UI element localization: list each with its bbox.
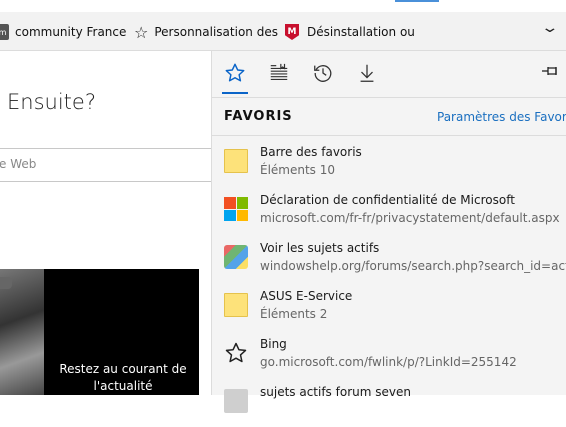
favorites-settings-link[interactable]: Paramètres des Favoris: [437, 110, 566, 124]
item-title: Voir les sujets actifs: [260, 241, 380, 255]
list-item[interactable]: Barre des favoris Éléments 10: [212, 141, 566, 187]
windowshelp-icon: [224, 245, 248, 269]
divider: [212, 97, 566, 98]
pin-icon[interactable]: [541, 65, 559, 81]
item-subtitle: Éléments 10: [260, 163, 336, 177]
folder-icon: [224, 293, 248, 317]
news-promo-card[interactable]: Restez au courant de l'actualité: [0, 269, 199, 395]
promo-text: Restez au courant de l'actualité: [59, 362, 187, 393]
list-item[interactable]: ASUS E-Service Éléments 2: [212, 285, 566, 331]
search-placeholder: e Web: [0, 157, 37, 171]
mcafee-icon: M: [285, 24, 299, 40]
folder-icon: [224, 149, 248, 173]
search-input[interactable]: e Web: [0, 148, 211, 182]
chevron-down-icon[interactable]: ⌄: [541, 20, 560, 36]
item-subtitle: microsoft.com/fr-fr/privacystatement/def…: [260, 211, 560, 225]
active-tab-indicator: [395, 0, 439, 2]
history-icon: [314, 65, 332, 82]
star-icon: [225, 63, 245, 82]
item-title: Bing: [260, 337, 287, 351]
hub-title: FAVORIS: [224, 109, 293, 124]
list-item[interactable]: Déclaration de confidentialité de Micros…: [212, 189, 566, 235]
item-subtitle: Éléments 2: [260, 307, 328, 321]
site-icon: m: [0, 24, 9, 40]
item-subtitle: windowshelp.org/forums/search.php?search…: [260, 259, 566, 273]
favorites-bar: m community France ☆ Personnalisation de…: [0, 12, 566, 51]
item-title: Barre des favoris: [260, 145, 362, 159]
microsoft-logo-icon: [224, 197, 248, 221]
tab-active-indicator: [222, 92, 248, 94]
site-icon: [224, 389, 248, 413]
favorites-bar-item-desinstallation[interactable]: M Désinstallation ou: [285, 22, 415, 42]
list-item[interactable]: sujets actifs forum seven: [212, 381, 566, 427]
web-page-content: Ensuite? e Web Restez au courant de l'ac…: [0, 51, 211, 395]
hub-panel: FAVORIS Paramètres des Favoris Barre des…: [211, 51, 566, 413]
favorites-bar-item-personnalisation[interactable]: ☆ Personnalisation des: [134, 22, 278, 42]
favorites-bar-item-label: Désinstallation ou: [307, 25, 415, 39]
item-title: sujets actifs forum seven: [260, 385, 411, 399]
favorites-bar-item-label: community France: [15, 25, 127, 39]
star-icon: ☆: [134, 22, 149, 42]
divider: [212, 135, 566, 136]
reading-list-icon: [270, 63, 288, 81]
item-subtitle: go.microsoft.com/fwlink/p/?LinkId=255142: [260, 355, 517, 369]
promo-image: [0, 269, 44, 395]
item-title: Déclaration de confidentialité de Micros…: [260, 193, 515, 207]
page-heading: Ensuite?: [7, 90, 96, 114]
favorites-bar-item-label: Personnalisation des: [154, 25, 278, 39]
hub-tabs: [212, 51, 566, 95]
tab-downloads[interactable]: [353, 59, 381, 87]
list-item[interactable]: Voir les sujets actifs windowshelp.org/f…: [212, 237, 566, 283]
favorites-bar-item-community[interactable]: m community France: [0, 22, 126, 42]
item-title: ASUS E-Service: [260, 289, 353, 303]
tab-history[interactable]: [309, 59, 337, 87]
star-icon: [224, 341, 248, 365]
tab-reading-list[interactable]: [265, 59, 293, 87]
tab-favorites[interactable]: [221, 59, 249, 87]
list-item[interactable]: Bing go.microsoft.com/fwlink/p/?LinkId=2…: [212, 333, 566, 379]
download-icon: [360, 64, 374, 82]
